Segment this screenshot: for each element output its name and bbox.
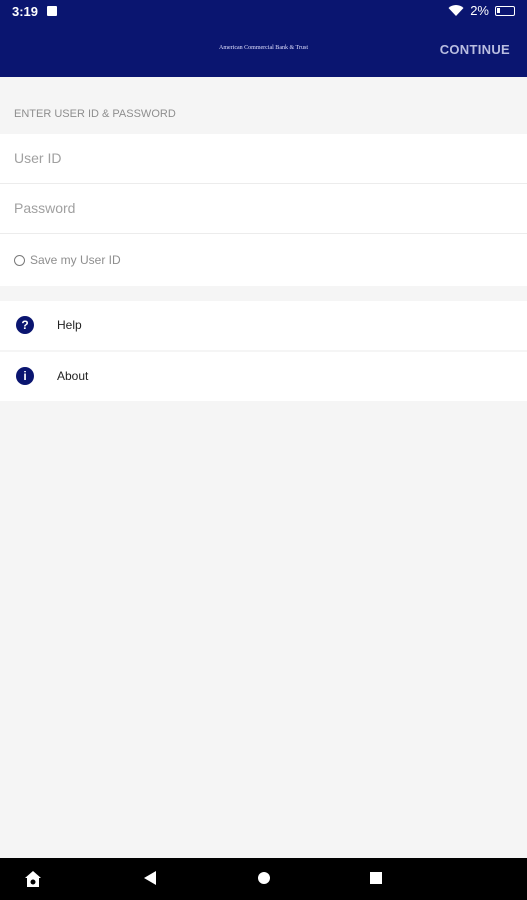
user-id-input[interactable] <box>14 150 494 166</box>
wifi-icon <box>448 4 464 17</box>
menu-item-help-label: Help <box>57 318 82 332</box>
status-right: 2% <box>448 3 515 18</box>
save-user-id-label: Save my User ID <box>30 253 121 267</box>
home-icon[interactable] <box>24 870 42 893</box>
password-field[interactable] <box>0 184 527 234</box>
help-icon: ? <box>16 316 34 334</box>
battery-icon <box>495 5 515 16</box>
app-bar: American Commercial Bank & Trust CONTINU… <box>0 22 527 77</box>
notification-icon <box>47 6 57 16</box>
save-user-id-row[interactable]: Save my User ID <box>0 234 527 286</box>
save-user-id-radio[interactable] <box>14 255 25 266</box>
recents-icon[interactable] <box>369 870 383 891</box>
status-time: 3:19 <box>12 4 39 19</box>
info-icon: i <box>16 367 34 385</box>
menu-item-help[interactable]: ? Help <box>0 301 527 350</box>
navigation-bar <box>0 858 527 900</box>
status-bar: 3:19 2% <box>0 0 527 22</box>
password-input[interactable] <box>14 200 494 216</box>
user-id-field[interactable] <box>0 134 527 184</box>
menu-item-about[interactable]: i About <box>0 352 527 401</box>
battery-percent: 2% <box>470 3 489 18</box>
continue-button[interactable]: CONTINUE <box>440 42 510 57</box>
back-icon[interactable] <box>143 870 157 891</box>
menu-item-about-label: About <box>57 369 89 383</box>
section-header: ENTER USER ID & PASSWORD <box>14 108 176 120</box>
home-circle-icon[interactable] <box>257 870 271 891</box>
